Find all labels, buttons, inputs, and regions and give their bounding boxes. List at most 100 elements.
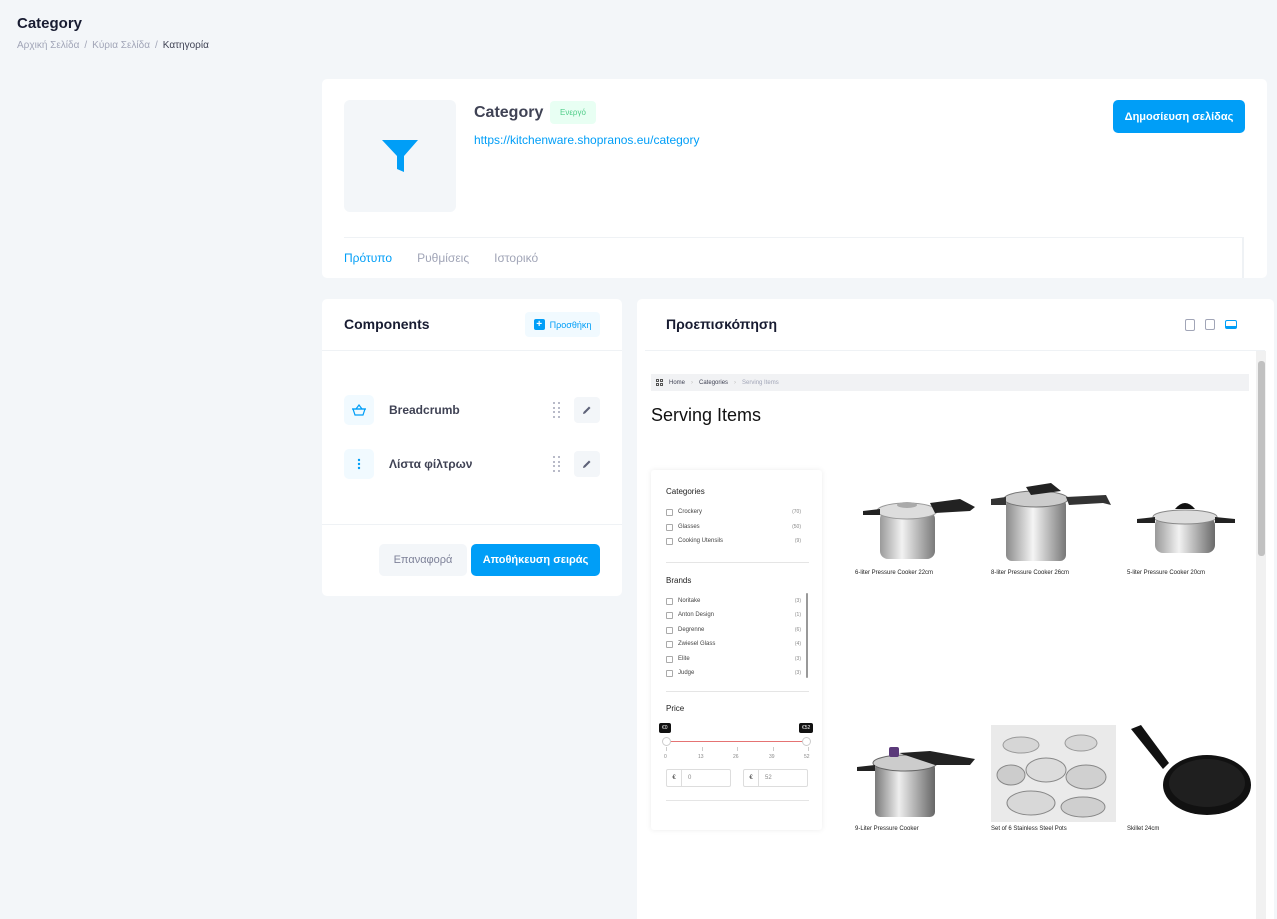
price-max-handle[interactable] [802,737,811,746]
price-min-tag: €0 [659,723,671,733]
filter-icon [382,140,418,172]
tab-template[interactable]: Πρότυπο [344,251,392,265]
filter-option[interactable]: Judge (3) [666,668,801,678]
tick-label: 26 [733,754,739,760]
product-card[interactable]: 5-liter Pressure Cooker 20cm [1127,469,1252,576]
tick-label: 39 [769,754,775,760]
filter-option[interactable]: Anton Design (1) [666,610,801,620]
product-name[interactable]: 9-Liter Pressure Cooker [855,826,980,832]
desktop-icon[interactable] [1225,320,1237,329]
filter-panel: Categories Crockery (70) Glasses (50) Cook… [651,470,822,830]
page-url-link[interactable]: https://kitchenware.shopranos.eu/categor… [474,133,699,147]
tab-settings[interactable]: Ρυθμίσεις [417,251,469,265]
grid-icon [656,379,663,386]
page-thumbnail [344,100,456,212]
product-card[interactable]: 9-Liter Pressure Cooker [855,725,980,832]
reset-button[interactable]: Επαναφορά [379,544,467,576]
preview-breadcrumb: Home › Categories › Serving Items [651,374,1249,391]
checkbox[interactable] [666,523,673,531]
preview-title: Προεπισκόπηση [666,316,778,332]
product-name[interactable]: 5-liter Pressure Cooker 20cm [1127,570,1252,576]
preview-breadcrumb-current: Serving Items [742,379,779,386]
tick [737,747,738,751]
component-label: Breadcrumb [389,403,460,417]
publish-page-button[interactable]: Δημοσίευση σελίδας [1113,100,1245,133]
product-name[interactable]: Skillet 24cm [1127,826,1252,832]
product-name[interactable]: Set of 6 Stainless Steel Pots [991,826,1116,832]
product-name[interactable]: 6-liter Pressure Cooker 22cm [855,570,980,576]
tab-history[interactable]: Ιστορικό [494,251,538,265]
add-component-label: Προσθήκη [549,319,592,330]
component-item-filter-list[interactable]: Λίστα φίλτρων [344,449,600,479]
save-order-button[interactable]: Αποθήκευση σειράς [471,544,600,576]
preview-card: Προεπισκόπηση Home › Categories › Servin… [637,299,1274,919]
filter-option[interactable]: Crockery (70) [666,507,801,517]
divider [322,350,622,351]
price-min-handle[interactable] [662,737,671,746]
filter-option[interactable]: Elite (3) [666,654,801,664]
divider [666,800,809,801]
filter-heading-categories: Categories [666,487,705,496]
vertical-dots-icon [344,449,374,479]
edit-component-button[interactable] [574,451,600,477]
divider [645,350,1265,351]
product-image[interactable] [855,469,980,566]
product-card[interactable]: Skillet 24cm [1127,725,1252,832]
basket-icon [344,395,374,425]
checkbox[interactable] [666,508,673,516]
pressure-cooker-image [863,499,975,559]
product-name[interactable]: 8-liter Pressure Cooker 26cm [991,570,1116,576]
checkbox[interactable] [666,640,673,648]
brands-scrollbar[interactable] [806,593,808,678]
plus-icon: + [533,319,545,330]
edit-component-button[interactable] [574,397,600,423]
checkbox[interactable] [666,611,673,619]
tablet-icon[interactable] [1205,319,1215,330]
price-range-track[interactable] [669,741,805,742]
tick [808,747,809,751]
preview-breadcrumb-categories[interactable]: Categories [699,380,728,386]
add-component-button[interactable]: + Προσθήκη [525,312,600,337]
status-badge: Ενεργό [550,101,596,124]
checkbox[interactable] [666,597,673,605]
product-image[interactable] [991,725,1116,822]
components-card: Components + Προσθήκη Breadcrumb Λίστα φ… [322,299,622,596]
price-min-input[interactable]: €0 [666,769,731,787]
breadcrumb-separator: / [84,40,88,51]
mobile-icon[interactable] [1185,319,1195,331]
divider [1242,237,1244,278]
product-card[interactable]: Set of 6 Stainless Steel Pots [991,725,1116,832]
drag-handle-icon[interactable] [553,402,561,418]
filter-option[interactable]: Glasses (50) [666,522,801,532]
divider [666,691,809,692]
product-card[interactable]: 8-liter Pressure Cooker 26cm [991,469,1116,576]
filter-option[interactable]: Cooking Utensils (9) [666,536,801,546]
product-image[interactable] [1127,725,1252,822]
drag-handle-icon[interactable] [553,456,561,472]
checkbox[interactable] [666,655,673,663]
product-image[interactable] [991,469,1116,566]
filter-option[interactable]: Zwiesel Glass (4) [666,639,801,649]
pressure-cooker-image [1137,503,1235,553]
checkbox[interactable] [666,537,673,545]
page-header-card: Category Ενεργό https://kitchenware.shop… [322,79,1267,278]
filter-option[interactable]: Noritake (3) [666,596,801,606]
chevron-right-icon: › [734,379,737,386]
checkbox[interactable] [666,669,673,677]
product-image[interactable] [855,725,980,822]
checkbox[interactable] [666,626,673,634]
device-switcher [1185,319,1237,331]
preview-scrollbar[interactable] [1256,351,1266,919]
breadcrumb-home[interactable]: Αρχική Σελίδα [17,40,79,51]
preview-breadcrumb-home[interactable]: Home [669,380,685,386]
price-max-input[interactable]: €52 [743,769,808,787]
scrollbar-thumb[interactable] [1258,361,1265,556]
component-item-breadcrumb[interactable]: Breadcrumb [344,395,600,425]
product-image[interactable] [1127,469,1252,566]
preview-heading: Serving Items [651,405,762,425]
breadcrumb-current: Κατηγορία [162,40,209,51]
product-card[interactable]: 6-liter Pressure Cooker 22cm [855,469,980,576]
filter-option[interactable]: Degrenne (6) [666,625,801,635]
pencil-icon [583,406,591,414]
breadcrumb-main[interactable]: Κύρια Σελίδα [92,40,150,51]
